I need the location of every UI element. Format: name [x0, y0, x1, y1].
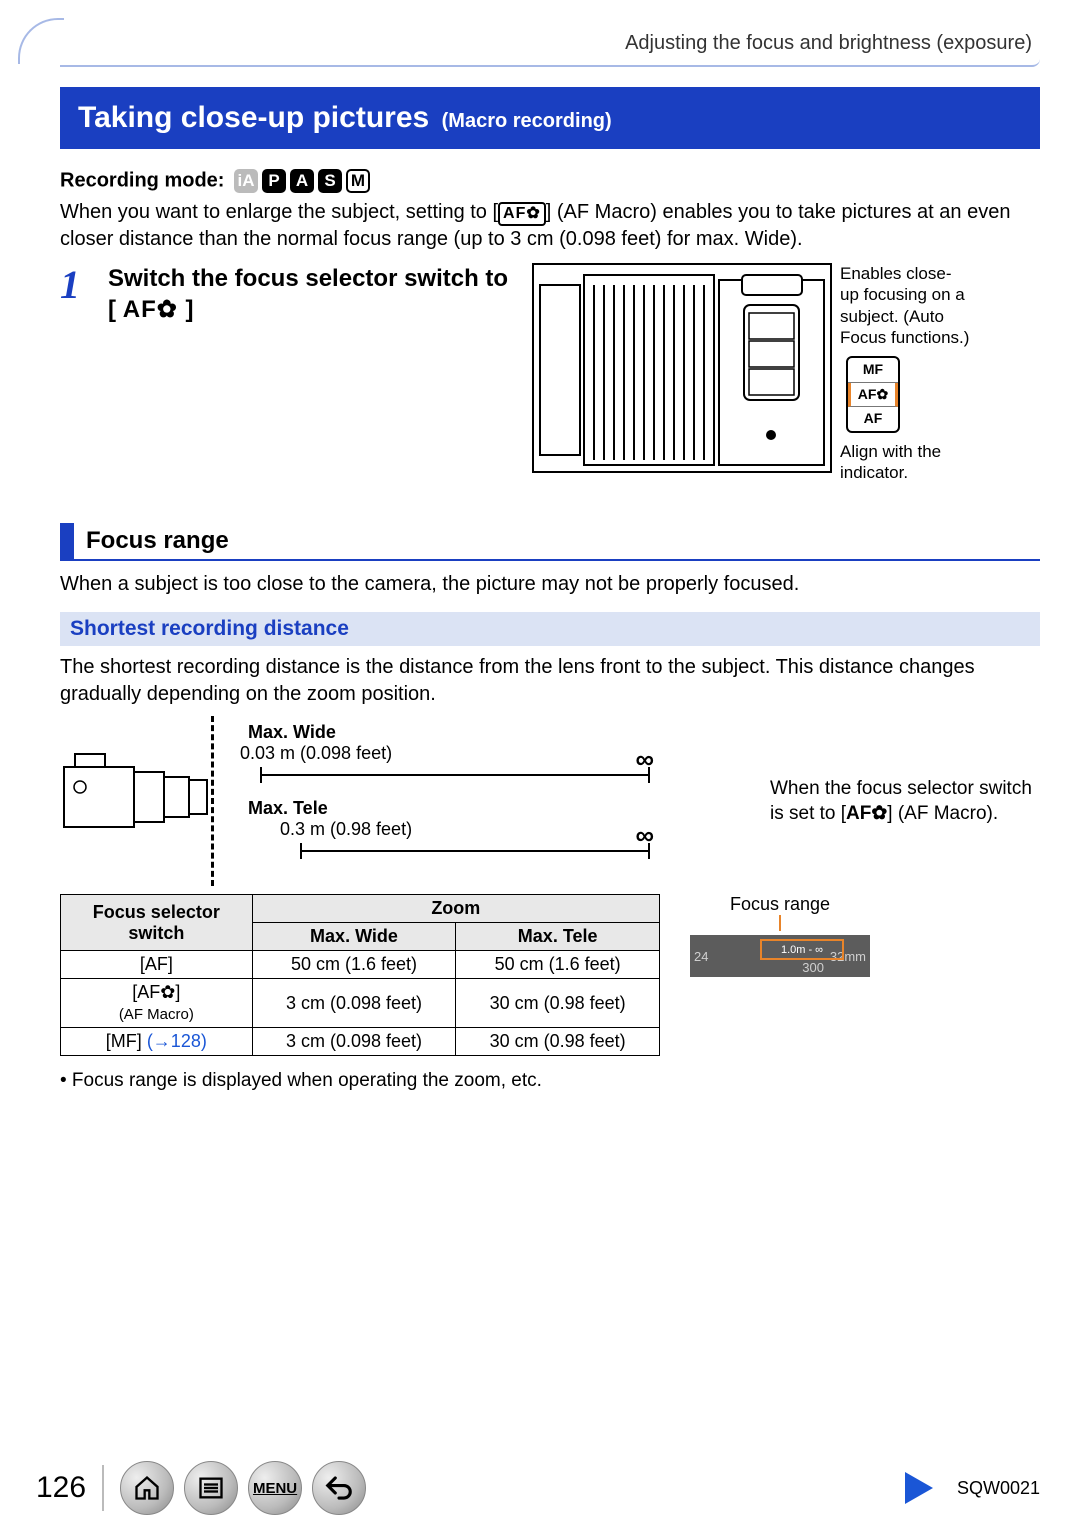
- page-footer: 126 MENU SQW0021: [36, 1461, 1040, 1515]
- switch-pos-mf: MF: [848, 358, 898, 383]
- max-wide-label: Max. Wide: [248, 722, 650, 743]
- infinity-icon: ∞: [635, 744, 654, 775]
- table-row: [MF] (→128) 3 cm (0.098 feet) 30 cm (0.9…: [61, 1028, 660, 1056]
- camera-side-illustration: [60, 722, 220, 872]
- table-header-zoom: Zoom: [252, 895, 659, 923]
- switch-desc-top: Enables close-up focusing on a subject. …: [840, 263, 970, 348]
- table-cell: 30 cm (0.98 feet): [456, 979, 660, 1028]
- step-illustration-area: Enables close-up focusing on a subject. …: [532, 263, 1040, 483]
- af-macro-icon: AF✿: [116, 296, 186, 323]
- table-row: [AF✿] (AF Macro) 3 cm (0.098 feet) 30 cm…: [61, 979, 660, 1028]
- switch-description-column: Enables close-up focusing on a subject. …: [840, 263, 970, 483]
- table-cell: 30 cm (0.98 feet): [456, 1028, 660, 1056]
- switch-desc-bottom: Align with the indicator.: [840, 441, 970, 484]
- mode-icons: iA P A S M: [234, 169, 370, 193]
- mode-icon-ia: iA: [234, 169, 258, 193]
- recording-mode-line: Recording mode: iA P A S M: [60, 169, 1040, 193]
- shortest-distance-body: The shortest recording distance is the d…: [60, 654, 1040, 708]
- table-cell: 50 cm (1.6 feet): [252, 951, 456, 979]
- switch-pos-af: AF: [848, 407, 898, 431]
- focus-range-preview-label: Focus range: [730, 894, 830, 915]
- mode-icon-m: M: [346, 169, 370, 193]
- af-macro-icon: AF✿: [846, 803, 887, 824]
- mode-icon-s: S: [318, 169, 342, 193]
- recording-mode-label: Recording mode:: [60, 169, 224, 191]
- list-icon[interactable]: [184, 1461, 238, 1515]
- back-icon[interactable]: [312, 1461, 366, 1515]
- breadcrumb: Adjusting the focus and brightness (expo…: [60, 28, 1040, 67]
- table-cell: [MF] (→128): [61, 1028, 253, 1056]
- table-cell: 3 cm (0.098 feet): [252, 979, 456, 1028]
- table-cell: 3 cm (0.098 feet): [252, 1028, 456, 1056]
- focus-range-value: 1.0m - ∞: [760, 939, 844, 960]
- mode-icon-p: P: [262, 169, 286, 193]
- focus-table-area: Focus selector switch Zoom Max. Wide Max…: [60, 894, 1040, 1056]
- bullet-note: • Focus range is displayed when operatin…: [60, 1070, 1040, 1092]
- table-row: [AF] 50 cm (1.6 feet) 50 cm (1.6 feet): [61, 951, 660, 979]
- intro-paragraph: When you want to enlarge the subject, se…: [60, 199, 1040, 253]
- next-page-arrow-icon[interactable]: [905, 1472, 933, 1504]
- max-wide-value: 0.03 m (0.098 feet): [240, 743, 650, 764]
- focus-range-display: 24 1.0m - ∞ 300 32mm: [690, 935, 870, 977]
- shortest-distance-heading: Shortest recording distance: [60, 612, 1040, 646]
- section-title-bar: Taking close-up pictures (Macro recordin…: [60, 87, 1040, 149]
- table-cell: [AF]: [61, 951, 253, 979]
- mode-icon-a: A: [290, 169, 314, 193]
- range-lines: Max. Wide 0.03 m (0.098 feet) ∞ Max. Tel…: [230, 722, 760, 874]
- home-icon[interactable]: [120, 1461, 174, 1515]
- menu-icon[interactable]: MENU: [248, 1461, 302, 1515]
- camera-switch-illustration: [532, 263, 832, 473]
- max-tele-label: Max. Tele: [248, 798, 650, 819]
- switch-positions-graphic: MF AF✿ AF: [846, 356, 900, 433]
- manual-page: Adjusting the focus and brightness (expo…: [0, 0, 1080, 1535]
- page-link[interactable]: (→128): [147, 1031, 207, 1051]
- title-main: Taking close-up pictures: [78, 101, 429, 134]
- intro-before: When you want to enlarge the subject, se…: [60, 201, 498, 223]
- step-number: 1: [60, 263, 90, 483]
- max-tele-value: 0.3 m (0.98 feet): [280, 819, 650, 840]
- table-cell: 50 cm (1.6 feet): [456, 951, 660, 979]
- range-note: When the focus selector switch is set to…: [770, 722, 1040, 826]
- focus-distance-table: Focus selector switch Zoom Max. Wide Max…: [60, 894, 660, 1056]
- switch-pos-afmacro: AF✿: [848, 383, 898, 408]
- focus-range-preview: Focus range 24 1.0m - ∞ 300 32mm: [690, 894, 870, 977]
- step-1-row: 1 Switch the focus selector switch to [ …: [60, 263, 1040, 483]
- range-diagram: Max. Wide 0.03 m (0.098 feet) ∞ Max. Tel…: [60, 722, 1040, 874]
- table-header-switch: Focus selector switch: [61, 895, 253, 951]
- focus-range-body: When a subject is too close to the camer…: [60, 571, 1040, 598]
- af-macro-icon: AF✿: [498, 202, 546, 226]
- table-cell: [AF✿] (AF Macro): [61, 979, 253, 1028]
- step-text: Switch the focus selector switch to [ AF…: [108, 263, 514, 483]
- page-number: 126: [36, 1471, 86, 1505]
- title-sub: (Macro recording): [442, 110, 612, 132]
- focus-range-heading: Focus range: [60, 523, 1040, 561]
- corner-decoration: [18, 18, 64, 64]
- document-id: SQW0021: [957, 1478, 1040, 1499]
- table-header-tele: Max. Tele: [456, 923, 660, 951]
- table-header-wide: Max. Wide: [252, 923, 456, 951]
- infinity-icon: ∞: [635, 820, 654, 851]
